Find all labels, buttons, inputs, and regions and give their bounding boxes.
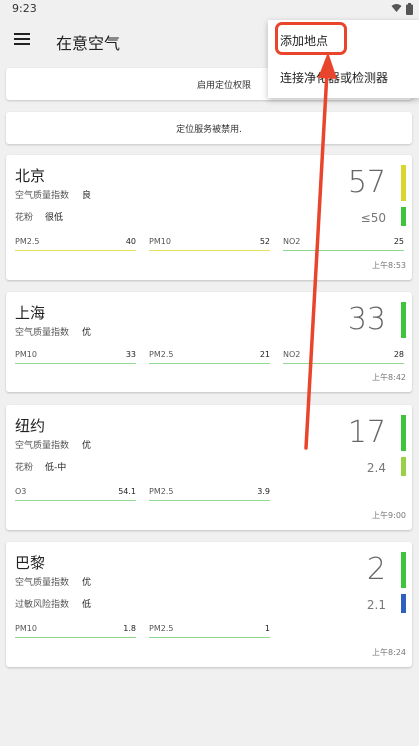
metric-value: 1 [264,624,270,633]
metric-name: PM10 [149,237,171,246]
aqi-category: 优 [82,441,92,451]
pollen-number: 2.4 [366,461,386,475]
metric-pm25: PM2.5 1 [149,624,270,638]
update-time: 上午8:42 [372,373,406,382]
metric-name: PM2.5 [149,350,174,359]
allergy-risk-number: 2.1 [366,598,386,612]
metric-underline [15,363,136,364]
allergy-risk-bar [401,594,406,613]
aqi-number: 57 [347,165,386,200]
metric-name: PM10 [15,350,37,359]
aqi-label: 空气质量指数 [15,191,70,201]
metric-value: 40 [125,237,136,246]
metric-underline [149,500,270,501]
aqi-category: 优 [82,328,92,338]
pollen-level-bar [401,457,406,476]
metric-name: PM2.5 [149,487,174,496]
battery-icon [406,3,413,15]
metric-value: 3.9 [257,487,270,496]
metric-pm25: PM2.5 3.9 [149,487,270,501]
city-name: 北京 [15,167,46,185]
metric-pm10: PM10 52 [149,237,270,251]
allergy-risk-value: 低 [82,600,92,610]
metric-value: 28 [393,350,404,359]
location-disabled-text: 定位服务被禁用. [176,124,242,135]
update-time: 上午9:00 [372,511,406,520]
enable-location-text: 启用定位权限 [196,80,251,91]
city-card-paris[interactable]: 巴黎 空气质量指数 优 过敏风险指数 低 2 2.1 PM10 1.8 PM2.… [6,542,412,667]
wifi-icon [391,4,402,12]
pollen-label: 花粉 [15,463,34,473]
page-title: 在意空气 [56,34,121,53]
city-name: 纽约 [15,417,46,435]
pollen-value: 很低 [45,213,64,223]
aqi-level-bar [401,302,406,338]
metric-name: PM2.5 [149,624,174,633]
aqi-number: 2 [366,552,386,587]
metric-no2: NO2 25 [283,237,404,251]
aqi-level-bar [401,165,406,201]
metric-value: 52 [259,237,270,246]
metric-underline [149,363,270,364]
menu-icon[interactable] [12,30,32,50]
aqi-number: 33 [347,302,386,337]
metric-underline [15,250,136,251]
aqi-label: 空气质量指数 [15,578,70,588]
metric-underline [15,500,136,501]
annotation-highlight-box [275,22,347,55]
metric-o3: O3 54.1 [15,487,136,501]
aqi-label: 空气质量指数 [15,441,70,451]
aqi-label: 空气质量指数 [15,328,70,338]
aqi-category: 优 [82,578,92,588]
update-time: 上午8:53 [372,261,406,270]
pollen-level-bar [401,207,406,226]
metric-name: NO2 [283,237,301,246]
update-time: 上午8:24 [372,648,406,657]
metric-name: NO2 [283,350,301,359]
city-name: 巴黎 [15,554,46,572]
aqi-category: 良 [82,191,92,201]
metric-pm25: PM2.5 21 [149,350,270,364]
pollen-number: ≤50 [360,211,386,225]
allergy-risk-label: 过敏风险指数 [15,600,70,610]
city-card-shanghai[interactable]: 上海 空气质量指数 优 33 PM10 33 PM2.5 21 NO2 28 上… [6,292,412,392]
metric-underline [149,637,270,638]
metric-underline [15,637,136,638]
menu-item-connect-device[interactable]: 连接净化器或检测器 [280,69,388,86]
aqi-level-bar [401,415,406,451]
city-name: 上海 [15,304,46,322]
metric-no2: NO2 28 [283,350,404,364]
metric-value: 21 [259,350,270,359]
status-icons [391,3,413,15]
metric-value: 1.8 [123,624,136,633]
aqi-number: 17 [347,415,386,450]
metric-name: O3 [15,487,27,496]
status-bar: 9:23 [0,0,419,20]
metric-name: PM2.5 [15,237,40,246]
aqi-level-bar [401,552,406,588]
metric-pm10: PM10 33 [15,350,136,364]
metric-underline [283,250,404,251]
metric-underline [149,250,270,251]
city-card-newyork[interactable]: 纽约 空气质量指数 优 花粉 低-中 17 2.4 O3 54.1 PM2.5 … [6,405,412,530]
metric-underline [283,363,404,364]
pollen-label: 花粉 [15,213,34,223]
metric-pm25: PM2.5 40 [15,237,136,251]
status-time: 9:23 [12,2,37,15]
location-disabled-banner: 定位服务被禁用. [6,112,412,144]
pollen-value: 低-中 [45,463,67,473]
metric-value: 33 [125,350,136,359]
metric-value: 54.1 [118,487,136,496]
city-card-beijing[interactable]: 北京 空气质量指数 良 花粉 很低 57 ≤50 PM2.5 40 PM10 5… [6,155,412,280]
metric-value: 25 [393,237,404,246]
metric-pm10: PM10 1.8 [15,624,136,638]
metric-name: PM10 [15,624,37,633]
